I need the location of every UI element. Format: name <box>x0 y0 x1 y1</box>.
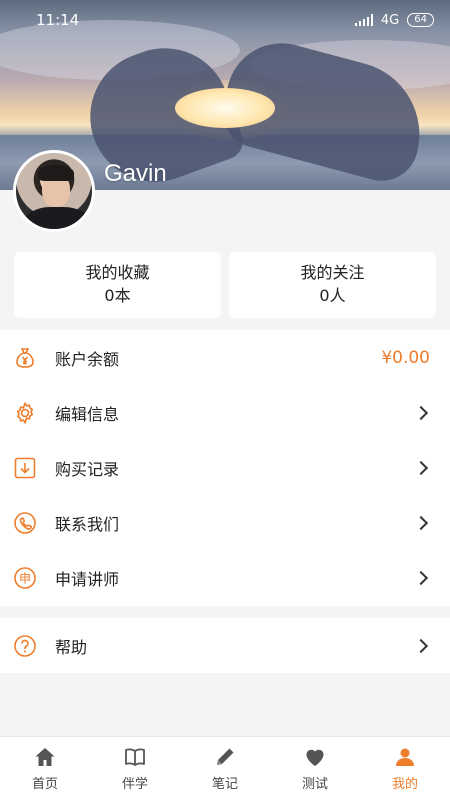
tab-label-mine: 我的 <box>391 777 418 792</box>
heart-opening <box>175 88 275 128</box>
menu-label-contact-us: 联系我们 <box>55 514 120 534</box>
following-count: 0人 <box>319 286 346 305</box>
status-bar: 11:14 4G 64 <box>0 0 450 40</box>
chevron-right-icon <box>413 405 429 420</box>
chevron-right-icon <box>413 460 429 475</box>
network-type: 4G <box>380 12 400 28</box>
tab-label-study: 伴学 <box>121 777 148 792</box>
menu-label-apply-lecturer: 申请讲师 <box>55 569 120 589</box>
status-indicators: 4G 64 <box>354 12 434 28</box>
menu-item-purchase-records[interactable]: 购买记录 <box>0 440 450 495</box>
favorites-card[interactable]: 我的收藏 0本 <box>14 252 221 318</box>
battery-icon: 64 <box>407 13 434 27</box>
stats-section: 我的收藏 0本 我的关注 0人 <box>0 240 450 330</box>
avatar[interactable] <box>13 150 95 232</box>
tab-home[interactable]: 首页 <box>0 737 90 800</box>
avatar-hair <box>38 165 74 181</box>
book-icon <box>125 748 145 766</box>
tab-label-home: 首页 <box>31 777 58 792</box>
apply-icon-glyph: 申 <box>19 571 31 585</box>
menu-list: 账户余额 ¥0.00 编辑信息 购买记录 联系我们 申 申请讲师 <box>0 330 450 606</box>
menu-label-balance: 账户余额 <box>55 349 120 369</box>
tab-test[interactable]: 测试 <box>270 737 360 800</box>
menu-item-help[interactable]: 帮助 <box>0 618 450 673</box>
tab-label-test: 测试 <box>301 777 328 792</box>
menu-item-balance[interactable]: 账户余额 ¥0.00 <box>0 330 450 385</box>
bottom-tab-bar: 首页 伴学 笔记 测试 我的 <box>0 736 450 800</box>
menu-item-contact-us[interactable]: 联系我们 <box>0 495 450 550</box>
apply-icon: 申 <box>14 566 36 589</box>
chevron-right-icon <box>413 570 429 585</box>
gear-icon <box>16 401 34 424</box>
user-icon <box>396 748 414 766</box>
favorites-count: 0本 <box>104 286 131 305</box>
tab-notes[interactable]: 笔记 <box>180 737 270 800</box>
money-bag-icon <box>16 347 34 368</box>
status-time: 11:14 <box>36 11 80 29</box>
help-section: 帮助 <box>0 618 450 673</box>
favorites-title: 我的收藏 <box>85 263 150 282</box>
following-card[interactable]: 我的关注 0人 <box>229 252 436 318</box>
home-icon <box>35 748 55 766</box>
chevron-right-icon <box>413 638 429 653</box>
battery-level: 64 <box>414 14 427 25</box>
heart-icon <box>306 749 324 766</box>
tab-mine[interactable]: 我的 <box>360 737 450 800</box>
phone-icon <box>14 511 36 534</box>
chevron-right-icon <box>413 515 429 530</box>
tab-label-notes: 笔记 <box>211 777 238 792</box>
menu-label-edit-info: 编辑信息 <box>55 404 120 424</box>
signal-icon <box>354 14 373 26</box>
following-title: 我的关注 <box>300 263 365 282</box>
download-icon <box>14 457 36 478</box>
menu-item-apply-lecturer[interactable]: 申 申请讲师 <box>0 550 450 605</box>
menu-label-purchase-records: 购买记录 <box>55 459 120 479</box>
help-icon <box>14 634 36 657</box>
username: Gavin <box>104 160 167 187</box>
pencil-icon <box>217 748 234 765</box>
menu-item-edit-info[interactable]: 编辑信息 <box>0 385 450 440</box>
menu-label-help: 帮助 <box>55 637 88 657</box>
avatar-shirt <box>24 207 90 229</box>
balance-amount: ¥0.00 <box>381 347 430 368</box>
tab-study[interactable]: 伴学 <box>90 737 180 800</box>
